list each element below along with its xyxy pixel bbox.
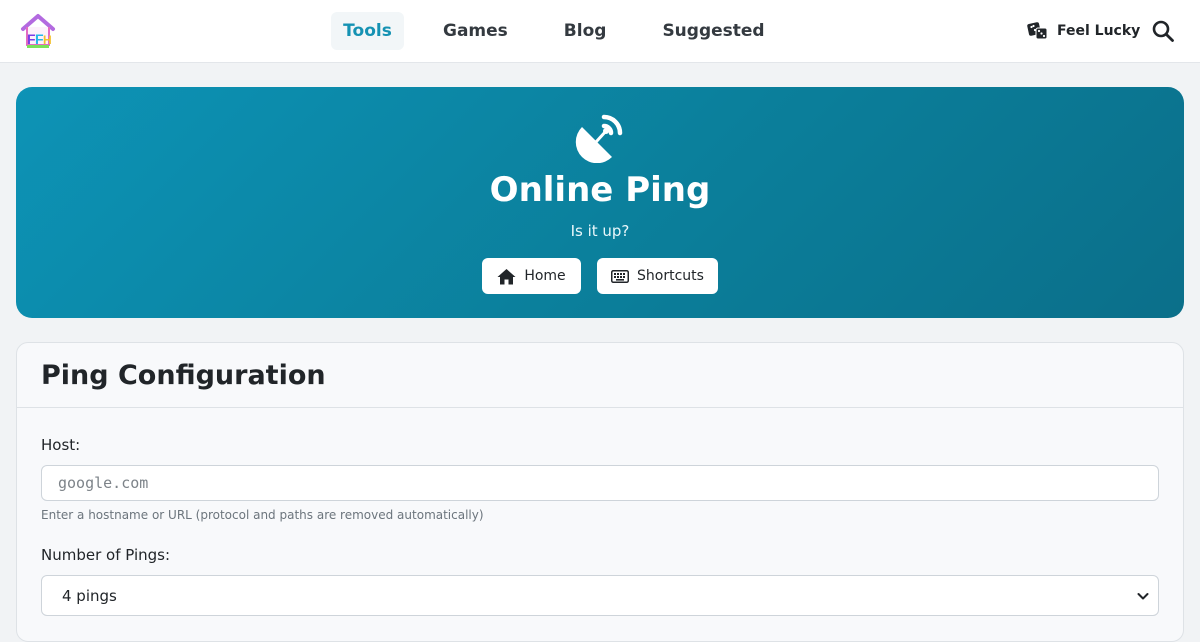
nav-link-suggested[interactable]: Suggested	[662, 12, 764, 50]
feel-lucky-button[interactable]: Feel Lucky	[1027, 19, 1140, 43]
card-title: Ping Configuration	[41, 360, 326, 391]
host-label: Host:	[41, 436, 81, 454]
card-header: Ping Configuration	[17, 343, 1183, 408]
main-nav: Tools Games Blog Suggested	[331, 12, 765, 50]
hero-banner: Online Ping Is it up? Home Shortcuts	[16, 87, 1184, 318]
home-button[interactable]: Home	[482, 258, 581, 294]
search-button[interactable]	[1151, 19, 1175, 43]
home-button-label: Home	[524, 268, 566, 284]
pings-select[interactable]: 4 pings	[41, 575, 1159, 616]
site-logo[interactable]: F F H	[18, 11, 58, 51]
host-input[interactable]	[41, 465, 1159, 501]
ping-configuration-card: Ping Configuration Host: Enter a hostnam…	[16, 342, 1184, 642]
search-icon	[1152, 20, 1174, 42]
keyboard-icon	[611, 269, 630, 283]
shortcuts-button[interactable]: Shortcuts	[597, 258, 718, 294]
pings-label: Number of Pings:	[41, 546, 171, 564]
pings-select-value: 4 pings	[62, 587, 117, 605]
dice-icon	[1027, 22, 1048, 40]
page-subtitle: Is it up?	[570, 222, 630, 240]
nav-link-tools[interactable]: Tools	[331, 12, 404, 50]
page-title: Online Ping	[489, 170, 711, 210]
host-help-text: Enter a hostname or URL (protocol and pa…	[41, 508, 484, 522]
chevron-down-icon	[1137, 593, 1149, 600]
feel-lucky-label: Feel Lucky	[1057, 23, 1141, 39]
house-logo-icon: F F H	[21, 14, 55, 48]
home-icon	[497, 268, 516, 284]
shortcuts-button-label: Shortcuts	[637, 268, 704, 284]
top-navbar: F F H Tools Games Blog Suggested Feel Lu…	[0, 0, 1200, 63]
svg-text:H: H	[43, 33, 52, 47]
nav-link-blog[interactable]: Blog	[564, 12, 607, 50]
nav-link-games[interactable]: Games	[443, 12, 508, 50]
satellite-dish-icon	[575, 114, 623, 163]
